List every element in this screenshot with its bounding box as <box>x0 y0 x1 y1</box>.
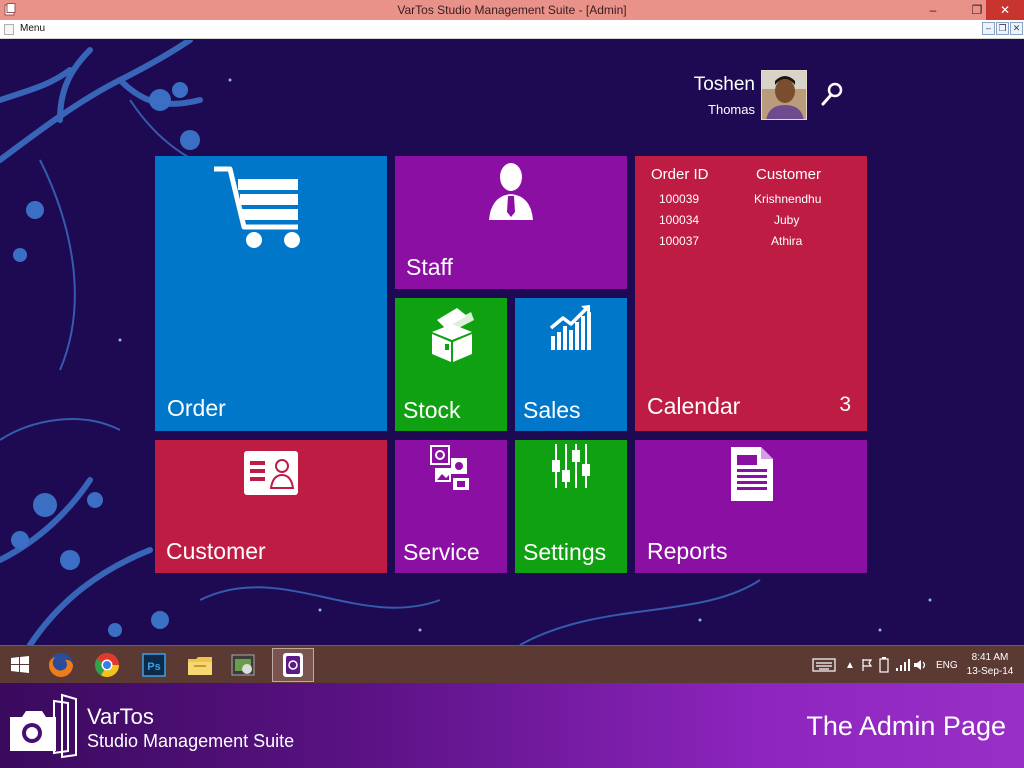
sales-chart-icon <box>549 305 591 350</box>
brand-banner: VarTos Studio Management Suite The Admin… <box>0 683 1024 768</box>
mdi-close-button[interactable]: ✕ <box>1010 22 1023 35</box>
windows-start-icon[interactable] <box>4 649 36 681</box>
table-cell: 100037 <box>659 234 700 248</box>
clock-time: 8:41 AM <box>971 652 1009 663</box>
service-media-icon <box>430 445 469 490</box>
brand-tagline: Studio Management Suite <box>87 731 295 751</box>
taskbar: Ps ▲ ENG 8:41 AM 13-Sep-14 <box>0 645 1024 683</box>
vartos-app-icon <box>283 653 303 677</box>
file-explorer-icon[interactable] <box>184 649 216 681</box>
tile-stock[interactable]: Stock <box>395 298 507 431</box>
table-cell: 100039 <box>659 192 700 206</box>
calendar-count: 3 <box>839 393 851 416</box>
tile-order-label: Order <box>167 395 226 421</box>
order-id-header: Order ID <box>651 166 709 183</box>
tile-order[interactable]: Order <box>155 156 387 431</box>
sliders-icon <box>552 444 590 488</box>
firefox-icon[interactable] <box>45 649 77 681</box>
tile-calendar[interactable]: Order ID Customer 100039 Krishnendhu 100… <box>635 156 867 431</box>
tile-customer-label: Customer <box>166 538 266 564</box>
photoshop-icon[interactable]: Ps <box>138 649 170 681</box>
keyboard-icon[interactable] <box>812 658 836 672</box>
battery-icon[interactable] <box>877 657 891 673</box>
tile-staff[interactable]: Staff <box>395 156 627 289</box>
title-bar: VarTos Studio Management Suite - [Admin]… <box>0 0 1024 20</box>
window-title: VarTos Studio Management Suite - [Admin] <box>397 3 627 17</box>
tile-sales-label: Sales <box>523 397 581 423</box>
mdi-restore-button[interactable]: ❐ <box>996 22 1009 35</box>
tile-reports[interactable]: Reports <box>635 440 867 573</box>
menu-bar: Menu – ❐ ✕ <box>0 20 1024 39</box>
stock-box-icon <box>432 308 474 362</box>
tile-settings-label: Settings <box>523 539 607 565</box>
tile-staff-label: Staff <box>406 254 453 280</box>
table-cell: Juby <box>774 213 800 227</box>
minimize-button[interactable]: – <box>920 0 946 20</box>
tile-service[interactable]: Service <box>395 440 507 573</box>
table-cell: 100034 <box>659 213 700 227</box>
tile-stock-label: Stock <box>403 397 461 423</box>
contact-card-icon <box>244 451 298 495</box>
tile-reports-label: Reports <box>647 538 728 564</box>
taskbar-clock[interactable]: 8:41 AM 13-Sep-14 <box>960 651 1020 679</box>
tile-customer[interactable]: Customer <box>155 440 387 573</box>
search-icon[interactable] <box>820 82 844 108</box>
app-shortcut-icon[interactable] <box>227 649 259 681</box>
tile-settings[interactable]: Settings <box>515 440 627 573</box>
network-signal-icon[interactable] <box>895 658 911 672</box>
brand-name: VarTos <box>87 704 154 729</box>
tile-sales[interactable]: Sales <box>515 298 627 431</box>
dashboard-area: Toshen Thomas Order Staff Order ID Custo… <box>0 40 1024 645</box>
user-panel: Toshen Thomas <box>680 70 900 132</box>
close-button[interactable]: ✕ <box>986 0 1024 20</box>
volume-icon[interactable] <box>913 658 929 672</box>
avatar[interactable] <box>761 70 807 120</box>
chrome-icon[interactable] <box>91 649 123 681</box>
user-last-name: Thomas <box>708 102 755 117</box>
flag-icon[interactable] <box>860 658 874 672</box>
avatar-photo <box>762 71 806 119</box>
document-icon <box>731 447 773 501</box>
mdi-minimize-button[interactable]: – <box>982 22 995 35</box>
table-cell: Krishnendhu <box>754 192 822 206</box>
table-cell: Athira <box>771 234 803 248</box>
user-first-name: Toshen <box>693 74 755 95</box>
document-mini-icon <box>4 24 14 35</box>
tile-service-label: Service <box>403 539 480 565</box>
svg-text:Ps: Ps <box>147 661 160 673</box>
tile-calendar-label: Calendar <box>647 393 741 419</box>
menu-item-menu[interactable]: Menu <box>20 23 45 34</box>
shopping-cart-icon <box>214 166 300 248</box>
page-title: The Admin Page <box>806 711 1006 741</box>
customer-header: Customer <box>756 166 822 183</box>
vartos-taskbar-button[interactable] <box>272 648 314 682</box>
camera-logo-icon <box>10 693 77 759</box>
clock-date: 13-Sep-14 <box>966 666 1014 677</box>
person-icon <box>489 163 533 220</box>
